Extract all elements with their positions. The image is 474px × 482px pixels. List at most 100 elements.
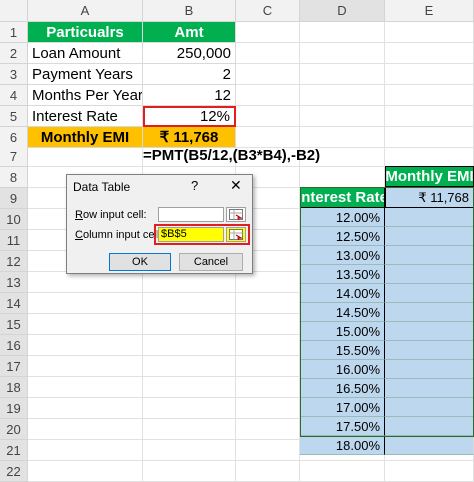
grid-cell[interactable] xyxy=(385,85,474,106)
column-header-b[interactable]: B xyxy=(143,0,236,22)
grid-cell[interactable] xyxy=(236,106,300,127)
column-header-e[interactable]: E xyxy=(385,0,474,22)
grid-cell[interactable] xyxy=(28,398,143,419)
rate-cell[interactable]: 12.50% xyxy=(300,227,385,246)
row-header[interactable]: 21 xyxy=(0,440,28,461)
row-header[interactable]: 9 xyxy=(0,188,28,209)
interest-rate-label[interactable]: Interest Rate xyxy=(28,106,143,127)
grid-cell[interactable] xyxy=(300,22,385,43)
rate-cell[interactable]: 14.00% xyxy=(300,284,385,303)
cancel-button[interactable]: Cancel xyxy=(179,253,243,271)
interest-rate-header[interactable]: Interest Rate xyxy=(300,187,385,208)
grid-cell[interactable] xyxy=(236,127,300,148)
grid-cell[interactable] xyxy=(28,419,143,440)
rate-cell[interactable]: 14.50% xyxy=(300,303,385,322)
grid-cell[interactable] xyxy=(385,106,474,127)
row-header[interactable]: 2 xyxy=(0,43,28,64)
grid-cell[interactable] xyxy=(236,314,300,335)
row-header[interactable]: 22 xyxy=(0,461,28,482)
grid-cell[interactable] xyxy=(143,398,236,419)
grid-cell[interactable] xyxy=(143,440,236,461)
grid-cell[interactable] xyxy=(236,440,300,461)
row-header[interactable]: 18 xyxy=(0,377,28,398)
grid-cell[interactable] xyxy=(236,272,300,293)
row-header[interactable]: 1 xyxy=(0,22,28,43)
rate-cell[interactable]: 15.00% xyxy=(300,322,385,341)
column-header-a[interactable]: A xyxy=(28,0,143,22)
row-header[interactable]: 16 xyxy=(0,335,28,356)
rate-cell[interactable]: 16.50% xyxy=(300,379,385,398)
data-table-formula-cell[interactable]: ₹ 11,768 xyxy=(385,187,474,208)
help-icon[interactable]: ? xyxy=(191,178,198,193)
row-header[interactable]: 14 xyxy=(0,293,28,314)
grid-cell[interactable] xyxy=(385,43,474,64)
grid-cell[interactable] xyxy=(236,85,300,106)
grid-cell[interactable] xyxy=(300,85,385,106)
row-header[interactable]: 11 xyxy=(0,230,28,251)
column-header-c[interactable]: C xyxy=(236,0,300,22)
rate-cell[interactable]: 18.00% xyxy=(300,436,385,455)
result-cell[interactable] xyxy=(385,303,474,322)
grid-cell[interactable] xyxy=(28,461,143,482)
grid-cell[interactable] xyxy=(143,272,236,293)
grid-cell[interactable] xyxy=(300,106,385,127)
grid-cell[interactable] xyxy=(236,377,300,398)
row-header[interactable]: 19 xyxy=(0,398,28,419)
grid-cell[interactable] xyxy=(236,335,300,356)
grid-cell[interactable] xyxy=(300,167,385,188)
grid-cell[interactable] xyxy=(236,22,300,43)
row-header[interactable]: 7 xyxy=(0,146,28,167)
grid-cell[interactable] xyxy=(143,461,236,482)
result-cell[interactable] xyxy=(385,265,474,284)
particulars-header[interactable]: Particualrs xyxy=(28,22,143,43)
payment-years-label[interactable]: Payment Years xyxy=(28,64,143,85)
grid-cell[interactable] xyxy=(28,335,143,356)
row-header[interactable]: 8 xyxy=(0,167,28,188)
grid-cell[interactable] xyxy=(300,43,385,64)
rate-cell[interactable]: 13.00% xyxy=(300,246,385,265)
row-input-collapse-button[interactable] xyxy=(226,207,246,222)
grid-cell[interactable] xyxy=(236,293,300,314)
grid-cell[interactable] xyxy=(143,356,236,377)
result-cell[interactable] xyxy=(385,227,474,246)
row-header[interactable]: 13 xyxy=(0,272,28,293)
months-per-year-label[interactable]: Months Per Year xyxy=(28,85,143,106)
result-cell[interactable] xyxy=(385,246,474,265)
months-per-year-value[interactable]: 12 xyxy=(143,85,236,106)
result-cell[interactable] xyxy=(385,208,474,227)
grid-cell[interactable] xyxy=(300,461,385,482)
grid-cell[interactable] xyxy=(28,440,143,461)
rate-cell[interactable]: 16.00% xyxy=(300,360,385,379)
row-header[interactable]: 20 xyxy=(0,419,28,440)
row-header[interactable]: 12 xyxy=(0,251,28,272)
payment-years-value[interactable]: 2 xyxy=(143,64,236,85)
ok-button[interactable]: OK xyxy=(109,253,171,271)
interest-rate-value[interactable]: 12% xyxy=(143,106,236,127)
grid-cell[interactable] xyxy=(143,419,236,440)
result-cell[interactable] xyxy=(385,284,474,303)
grid-cell[interactable] xyxy=(28,377,143,398)
grid-cell[interactable] xyxy=(385,22,474,43)
row-header[interactable]: 6 xyxy=(0,127,28,148)
rate-cell[interactable]: 17.50% xyxy=(300,417,385,436)
result-cell[interactable] xyxy=(385,417,474,436)
result-cell[interactable] xyxy=(385,341,474,360)
rate-cell[interactable]: 13.50% xyxy=(300,265,385,284)
grid-cell[interactable] xyxy=(385,64,474,85)
grid-cell[interactable] xyxy=(28,314,143,335)
loan-amount-label[interactable]: Loan Amount xyxy=(28,43,143,64)
row-header[interactable]: 5 xyxy=(0,106,28,127)
grid-cell[interactable] xyxy=(236,419,300,440)
column-header-d[interactable]: D xyxy=(300,0,385,22)
row-header[interactable]: 17 xyxy=(0,356,28,377)
grid-cell[interactable] xyxy=(300,64,385,85)
select-all-corner[interactable] xyxy=(0,0,28,22)
result-cell[interactable] xyxy=(385,360,474,379)
grid-cell[interactable] xyxy=(143,335,236,356)
grid-cell[interactable] xyxy=(385,461,474,482)
grid-cell[interactable] xyxy=(28,356,143,377)
row-header[interactable]: 4 xyxy=(0,85,28,106)
monthly-emi-column-header[interactable]: Monthly EMI xyxy=(385,166,474,187)
rate-cell[interactable]: 15.50% xyxy=(300,341,385,360)
result-cell[interactable] xyxy=(385,436,474,455)
